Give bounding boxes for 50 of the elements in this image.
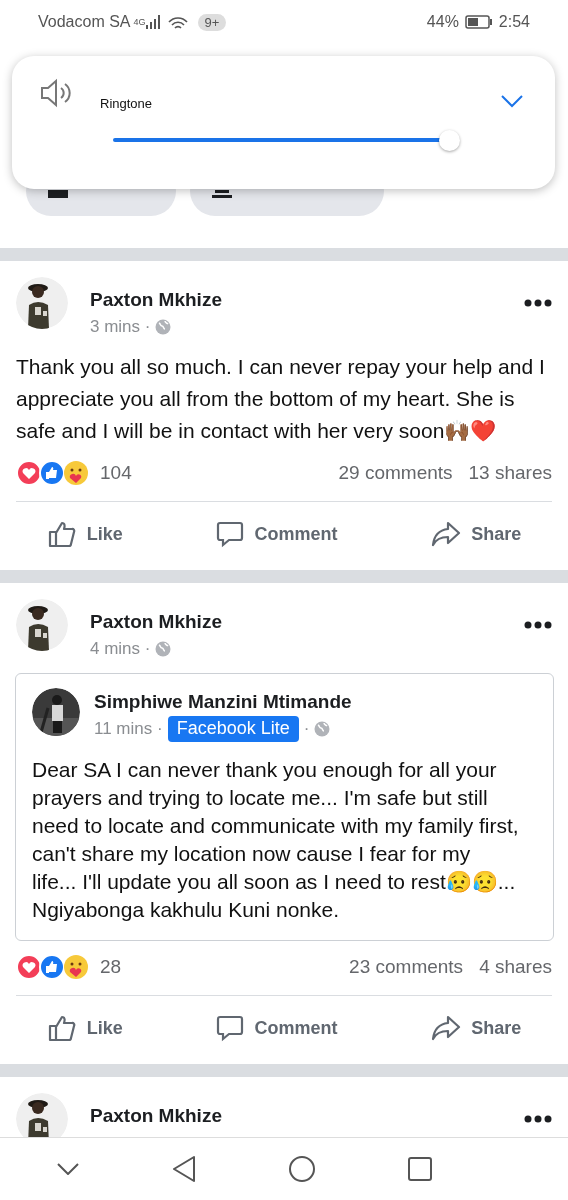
wifi-icon xyxy=(167,15,190,29)
comment-count[interactable]: 23 comments xyxy=(349,956,464,978)
thumbs-up-icon xyxy=(46,1013,77,1043)
comment-button[interactable]: Comment xyxy=(210,514,344,554)
speech-bubble-icon xyxy=(216,1014,245,1042)
chevron-down-icon[interactable] xyxy=(56,1163,79,1175)
chevron-down-icon[interactable] xyxy=(501,94,523,108)
share-arrow-icon xyxy=(431,521,462,547)
more-icon[interactable] xyxy=(524,621,552,629)
share-button[interactable]: Share xyxy=(425,1009,528,1047)
share-button[interactable]: Share xyxy=(425,515,528,553)
home-icon[interactable] xyxy=(288,1156,315,1182)
comment-button[interactable]: Comment xyxy=(210,1008,344,1048)
author-name[interactable]: Paxton Mkhize xyxy=(90,289,502,311)
share-count[interactable]: 13 shares xyxy=(468,462,552,484)
author-name[interactable]: Paxton Mkhize xyxy=(90,611,502,633)
recents-icon[interactable] xyxy=(407,1157,432,1181)
author-name[interactable]: Simphiwe Manzini Mtimande xyxy=(94,691,537,713)
post-time: 4 mins · xyxy=(90,639,151,659)
battery-percent: 44% xyxy=(426,13,459,31)
signal-icon xyxy=(145,15,162,29)
post-text: Dear SA I can never thank you enough for all your prayers and trying to locate me... I'm safe but still need to locate and communicate with my family first, can't share my location now cause I fear for my life... I'll update you all soon as I need to rest😥😥... Ngiyabonga kakhulu Kuni nonke. xyxy=(31,757,520,923)
globe-icon xyxy=(314,721,331,737)
thumbs-up-icon xyxy=(46,519,77,549)
like-button[interactable]: Like xyxy=(40,513,129,555)
clock-time: 2:54 xyxy=(498,13,530,31)
globe-icon xyxy=(155,319,172,335)
reaction-count[interactable]: 28 xyxy=(100,956,122,978)
battery-icon xyxy=(464,15,493,29)
separator-dot: · xyxy=(303,719,310,739)
post-text: Thank you all so much. I can never repay your help and I appreciate you all from the bottom of my heart. She is safe and I will be in contact with her very soon🙌🏾❤ xyxy=(15,354,546,444)
speech-bubble-icon xyxy=(216,520,245,548)
share-arrow-icon xyxy=(431,1015,462,1041)
shared-post-card[interactable] xyxy=(15,673,554,941)
network-type: 4G xyxy=(133,17,146,27)
author-name[interactable]: Paxton Mkhize xyxy=(90,1105,502,1127)
back-icon[interactable] xyxy=(171,1156,196,1182)
globe-icon xyxy=(155,641,172,657)
share-count[interactable]: 4 shares xyxy=(479,956,552,978)
more-icon[interactable] xyxy=(524,1115,552,1123)
post-time: 11 mins · xyxy=(94,719,163,739)
volume-label: Ringtone xyxy=(100,96,153,111)
comment-count[interactable]: 29 comments xyxy=(338,462,453,484)
app-badge: Facebook Lite xyxy=(167,716,299,742)
more-icon[interactable] xyxy=(524,299,552,307)
reaction-count[interactable]: 104 xyxy=(100,462,132,484)
notification-count: 9+ xyxy=(197,13,227,31)
carrier-name: Vodacom SA xyxy=(38,13,131,31)
post-time: 3 mins · xyxy=(90,317,151,337)
like-button[interactable]: Like xyxy=(40,1007,129,1049)
